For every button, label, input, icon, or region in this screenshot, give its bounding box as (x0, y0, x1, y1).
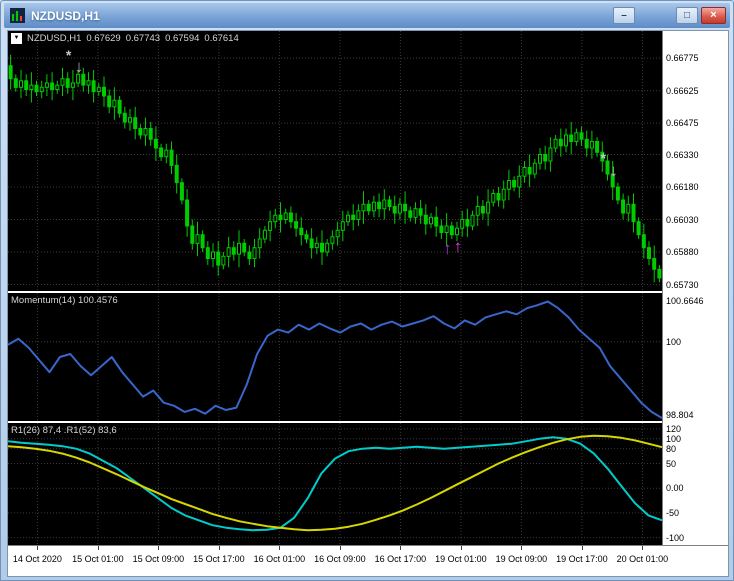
terminal-window: NZDUSD,H1 – □ × ▼ NZDUSD,H1 0.67629 0.67… (0, 0, 734, 581)
price-scale-column[interactable]: 0.66775 0.66625 0.66475 0.66330 0.66180 0.660… (662, 31, 728, 545)
price-panel-header: ▼ NZDUSD,H1 0.67629 0.67743 0.67594 0.67… (11, 33, 239, 44)
time-axis-label: 16 Oct 01:00 (254, 554, 306, 564)
price-axis-label: 0.66625 (666, 86, 699, 96)
momentum-indicator-panel[interactable]: Momentum(14) 100.4576 (8, 293, 662, 421)
time-tick (400, 546, 401, 550)
time-tick (219, 546, 220, 550)
time-tick (521, 546, 522, 550)
chart-client-area: ▼ NZDUSD,H1 0.67629 0.67743 0.67594 0.67… (7, 30, 729, 577)
price-axis-label: 0.66775 (666, 53, 699, 63)
window-titlebar[interactable]: NZDUSD,H1 – □ × (4, 3, 730, 28)
time-tick (461, 546, 462, 550)
oscillator-chart-canvas[interactable] (8, 423, 662, 545)
time-axis-label: 15 Oct 17:00 (193, 554, 245, 564)
momentum-chart-canvas[interactable] (8, 293, 662, 421)
time-axis-label: 20 Oct 01:00 (617, 554, 669, 564)
time-tick (158, 546, 159, 550)
price-header-close: 0.67614 (204, 33, 238, 44)
oscillator-axis-label: 80 (666, 444, 676, 454)
time-tick (642, 546, 643, 550)
symbol-dropdown-button[interactable]: ▼ (11, 33, 22, 44)
minimize-button[interactable]: – (613, 7, 635, 24)
price-header-high: 0.67743 (126, 33, 160, 44)
price-header-open: 0.67629 (86, 33, 120, 44)
momentum-header-label: Momentum(14) 100.4576 (11, 295, 118, 306)
time-tick (98, 546, 99, 550)
oscillator-panel-header: R1(26) 87,4 .R1(52) 83,6 (11, 425, 117, 436)
price-axis-label: 0.66475 (666, 118, 699, 128)
time-axis-label: 19 Oct 01:00 (435, 554, 487, 564)
time-axis-label: 15 Oct 01:00 (72, 554, 124, 564)
momentum-axis-label: 100.6646 (666, 296, 704, 306)
close-button[interactable]: × (701, 7, 726, 24)
time-axis-label: 16 Oct 17:00 (375, 554, 427, 564)
price-header-low: 0.67594 (165, 33, 199, 44)
price-axis-label: 0.65880 (666, 247, 699, 257)
price-chart-canvas[interactable] (8, 31, 662, 291)
momentum-axis-label: 100 (666, 337, 681, 347)
chart-window-icon (10, 8, 25, 23)
time-tick (279, 546, 280, 550)
time-tick (340, 546, 341, 550)
price-chart-panel[interactable]: ▼ NZDUSD,H1 0.67629 0.67743 0.67594 0.67… (8, 31, 662, 291)
time-axis-label: 19 Oct 09:00 (496, 554, 548, 564)
time-axis-label: 14 Oct 2020 (13, 554, 62, 564)
price-header-symbol: NZDUSD,H1 (27, 33, 81, 44)
time-axis-label: 19 Oct 17:00 (556, 554, 608, 564)
window-title: NZDUSD,H1 (31, 9, 610, 23)
price-axis-label: 0.66330 (666, 150, 699, 160)
momentum-panel-header: Momentum(14) 100.4576 (11, 295, 118, 306)
time-axis[interactable]: 14 Oct 2020 15 Oct 01:00 15 Oct 09:00 15 Oc… (8, 545, 728, 576)
time-tick (582, 546, 583, 550)
time-axis-label: 16 Oct 09:00 (314, 554, 366, 564)
price-axis-label: 0.66030 (666, 215, 699, 225)
oscillator-header-label: R1(26) 87,4 .R1(52) 83,6 (11, 425, 117, 436)
oscillator-axis-label: 100 (666, 434, 681, 444)
restore-button[interactable]: □ (676, 7, 698, 24)
momentum-axis-label: 98.804 (666, 410, 694, 420)
oscillator-axis-label: -50 (666, 508, 679, 518)
oscillator-axis-label: 120 (666, 424, 681, 434)
price-axis-label: 0.66180 (666, 182, 699, 192)
oscillator-axis-label: 0.00 (666, 483, 684, 493)
price-axis-label: 0.65730 (666, 280, 699, 290)
time-tick (37, 546, 38, 550)
oscillator-axis-label: -100 (666, 533, 684, 543)
oscillator-axis-label: 50 (666, 459, 676, 469)
time-axis-label: 15 Oct 09:00 (133, 554, 185, 564)
oscillator-indicator-panel[interactable]: R1(26) 87,4 .R1(52) 83,6 (8, 423, 662, 545)
